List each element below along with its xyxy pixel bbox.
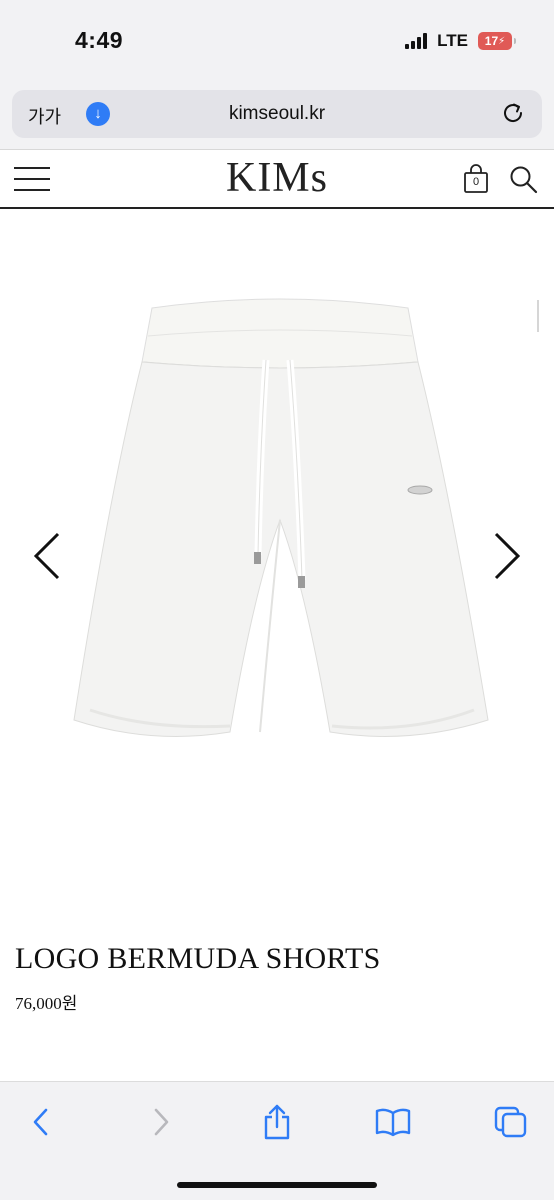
site-header: KIMs 0 [0, 151, 554, 209]
product-image[interactable] [70, 290, 490, 770]
cart-count: 0 [472, 176, 480, 188]
next-image-edge [537, 300, 539, 332]
status-bar: 4:49 LTE 17 ⚡ [0, 0, 554, 82]
battery-icon: 17 ⚡ [478, 32, 516, 50]
reload-icon[interactable] [500, 100, 526, 126]
browser-address-area: 가가 ↓ kimseoul.kr [0, 82, 554, 150]
home-indicator [177, 1182, 377, 1188]
tabs-button[interactable] [489, 1102, 533, 1142]
network-label: LTE [437, 31, 468, 50]
product-price: 76,000원 [15, 994, 78, 1013]
url-text[interactable]: kimseoul.kr [12, 103, 542, 125]
cart-button[interactable]: 0 [462, 164, 490, 194]
back-button[interactable] [19, 1102, 63, 1142]
forward-icon [154, 1108, 169, 1136]
signal-icon [405, 33, 428, 49]
back-icon [33, 1108, 48, 1136]
battery-level: 17 [484, 34, 499, 48]
product-gallery [0, 210, 554, 910]
bookmarks-button[interactable] [371, 1102, 415, 1142]
forward-button[interactable] [139, 1102, 183, 1142]
share-icon [264, 1104, 290, 1140]
hamburger-icon[interactable] [14, 166, 50, 192]
tabs-icon [494, 1106, 527, 1138]
search-icon[interactable] [508, 164, 538, 194]
product-name: LOGO BERMUDA SHORTS [15, 942, 381, 975]
address-bar[interactable]: 가가 ↓ kimseoul.kr [12, 90, 542, 138]
browser-toolbar [0, 1081, 554, 1200]
share-button[interactable] [255, 1102, 299, 1142]
status-indicators: LTE 17 ⚡ [405, 31, 516, 51]
book-icon [375, 1108, 411, 1137]
status-time: 4:49 [75, 27, 124, 53]
chevron-right-icon[interactable] [490, 530, 524, 582]
chevron-left-icon[interactable] [30, 530, 64, 582]
